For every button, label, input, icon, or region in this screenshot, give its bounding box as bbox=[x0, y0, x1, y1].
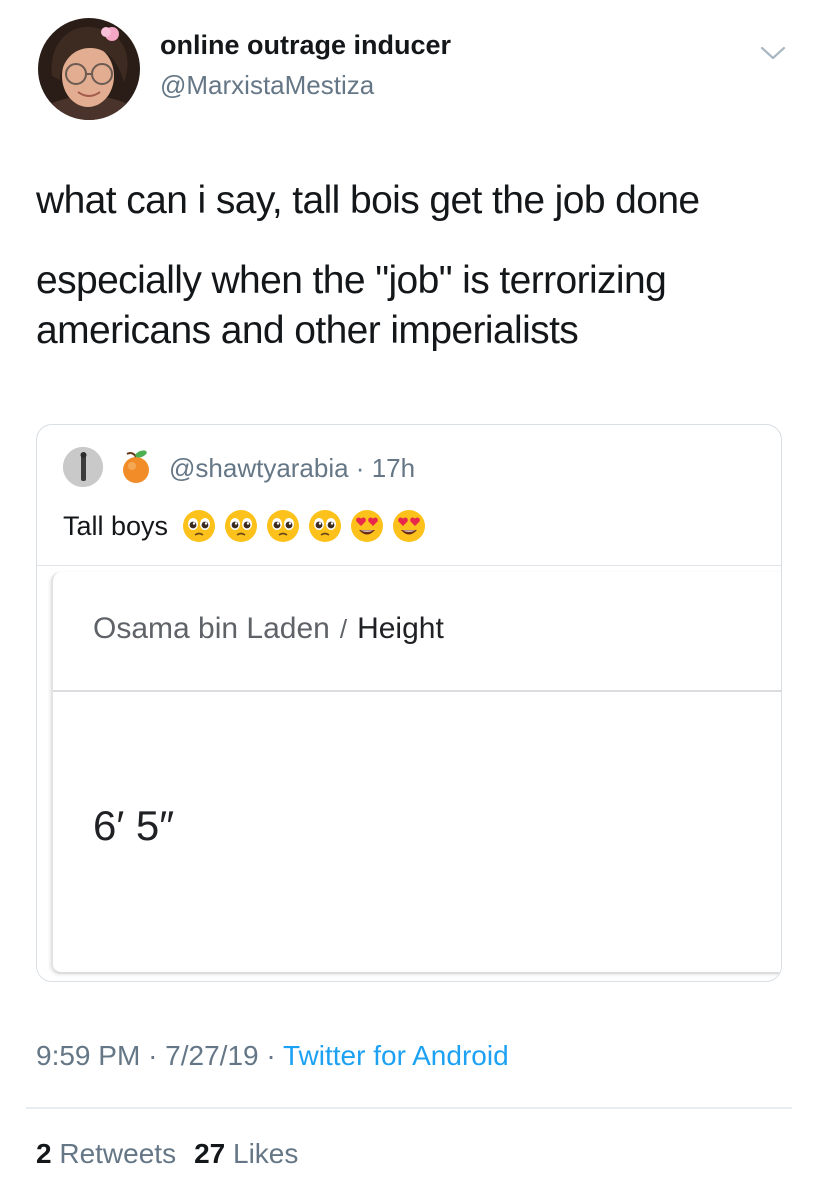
answer-card: Osama bin Laden / Height 6′ 5″ bbox=[51, 572, 781, 974]
author-display-name[interactable]: online outrage inducer bbox=[160, 30, 451, 61]
tweet-text-line: especially when the "job" is terrorizing… bbox=[36, 259, 667, 352]
retweets-stat[interactable]: 2 Retweets bbox=[36, 1138, 176, 1169]
quoted-text: Tall boys bbox=[63, 510, 169, 541]
profile-photo-icon bbox=[63, 447, 103, 487]
tweet-date[interactable]: 7/27/19 bbox=[165, 1040, 258, 1071]
quoted-avatar bbox=[63, 447, 103, 487]
attribute-name: Height bbox=[357, 612, 444, 645]
peach-emoji-icon bbox=[123, 450, 149, 483]
pleading-face-emoji-icon bbox=[267, 510, 300, 542]
likes-label: Likes bbox=[233, 1138, 299, 1169]
tweet-stats: 2 Retweets 27 Likes bbox=[36, 1138, 298, 1170]
chevron-down-icon[interactable] bbox=[760, 44, 786, 62]
quoted-tweet[interactable]: @shawtyarabia · 17h Tall boys Osama bin … bbox=[36, 424, 782, 982]
emoji-row bbox=[182, 509, 426, 543]
divider bbox=[26, 1107, 792, 1109]
tweet-time[interactable]: 9:59 PM bbox=[36, 1040, 140, 1071]
pleading-face-emoji-icon bbox=[309, 510, 342, 542]
tweet-text: what can i say, tall bois get the job do… bbox=[36, 176, 796, 356]
tweet-text-line: what can i say, tall bois get the job do… bbox=[36, 179, 700, 222]
pleading-face-emoji-icon bbox=[183, 510, 216, 542]
likes-stat[interactable]: 27 Likes bbox=[194, 1138, 298, 1169]
heart-eyes-emoji-icon bbox=[393, 510, 426, 542]
card-divider bbox=[53, 690, 781, 692]
quoted-handle-time[interactable]: @shawtyarabia · 17h bbox=[169, 453, 415, 484]
profile-photo-icon bbox=[38, 18, 140, 120]
meta-dot: · bbox=[266, 1040, 276, 1071]
answer-value: 6′ 5″ bbox=[93, 802, 175, 849]
retweets-label: Retweets bbox=[59, 1138, 177, 1169]
meta-dot: · bbox=[148, 1040, 158, 1071]
retweets-count: 2 bbox=[36, 1138, 52, 1169]
tweet-timestamp: 9:59 PM · 7/27/19 · Twitter for Android bbox=[36, 1040, 509, 1072]
answer-breadcrumb: Osama bin Laden / Height bbox=[93, 612, 444, 646]
breadcrumb-separator: / bbox=[339, 614, 348, 644]
likes-count: 27 bbox=[194, 1138, 226, 1169]
author-handle[interactable]: @MarxistaMestiza bbox=[160, 70, 374, 101]
author-avatar[interactable] bbox=[38, 18, 140, 120]
entity-name: Osama bin Laden bbox=[93, 612, 330, 645]
tweet-source-link[interactable]: Twitter for Android bbox=[283, 1040, 509, 1071]
pleading-face-emoji-icon bbox=[225, 510, 258, 542]
quoted-tweet-text: Tall boys bbox=[63, 509, 426, 543]
heart-eyes-emoji-icon bbox=[351, 510, 384, 542]
quoted-image[interactable]: Osama bin Laden / Height 6′ 5″ bbox=[37, 565, 781, 981]
